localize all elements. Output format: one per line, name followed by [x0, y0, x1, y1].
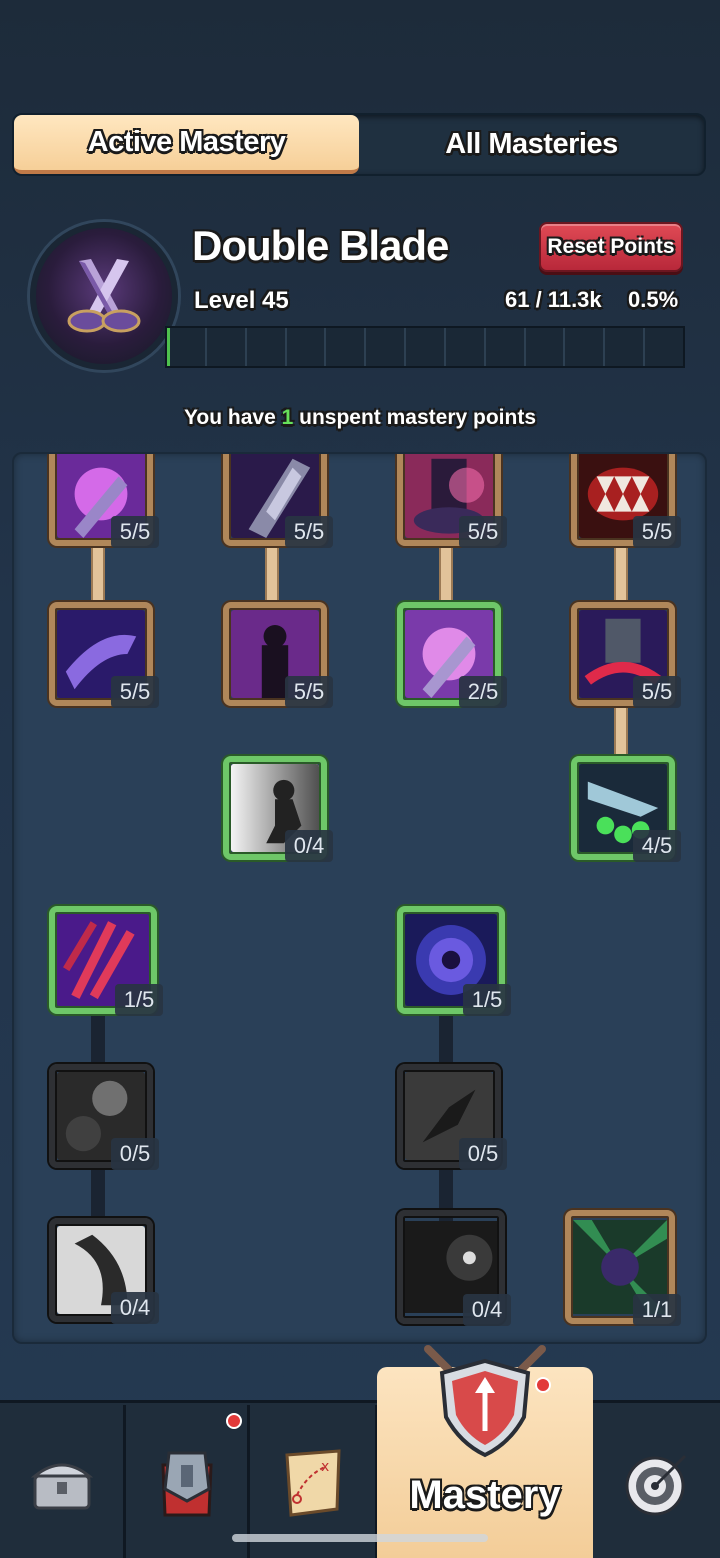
- xp-progress-bar: [165, 326, 685, 368]
- mastery-node[interactable]: 1/1: [565, 1210, 681, 1326]
- armor-icon: [160, 1451, 213, 1517]
- notification-dot: [535, 1377, 551, 1393]
- node-level: 0/5: [111, 1138, 159, 1170]
- unspent-points-text: You have 1 unspent mastery points: [0, 406, 720, 430]
- node-level: 5/5: [459, 516, 507, 548]
- unspent-count: 1: [281, 406, 294, 429]
- nav-target[interactable]: [596, 1405, 720, 1558]
- mastery-node[interactable]: 2/5: [397, 602, 507, 708]
- xp-text: 61 / 11.3k: [505, 287, 602, 312]
- mastery-node[interactable]: 1/5: [49, 906, 163, 1016]
- mastery-node[interactable]: 5/5: [49, 454, 159, 548]
- mastery-tabs: Active Mastery All Masteries: [12, 113, 706, 176]
- unspent-prefix: You have: [183, 406, 276, 429]
- mastery-node[interactable]: 4/5: [571, 756, 681, 862]
- nav-armor[interactable]: [126, 1405, 250, 1558]
- mastery-node[interactable]: 1/5: [397, 906, 511, 1016]
- tab-all-masteries[interactable]: All Masteries: [359, 115, 704, 174]
- mastery-tree: 5/5 5/5 5/5 5/5 5/5 5/5 2/5 5/5 0/4 4/5 …: [12, 452, 707, 1344]
- mastery-node[interactable]: 5/5: [49, 602, 159, 708]
- node-level: 1/5: [115, 984, 163, 1016]
- home-indicator: [232, 1534, 488, 1542]
- mastery-icon: [424, 1345, 546, 1458]
- notification-dot: [226, 1413, 242, 1429]
- node-level: 1/5: [463, 984, 511, 1016]
- double-blade-avatar-icon: [30, 222, 178, 370]
- node-level: 5/5: [111, 676, 159, 708]
- svg-text:x: x: [321, 1459, 329, 1475]
- node-level: 5/5: [111, 516, 159, 548]
- mastery-node[interactable]: 0/4: [49, 1218, 159, 1324]
- mastery-node[interactable]: 5/5: [397, 454, 507, 548]
- mastery-node[interactable]: 5/5: [223, 454, 333, 548]
- target-icon: [625, 1454, 687, 1516]
- nav-chest[interactable]: [0, 1405, 126, 1558]
- xp-progress-fill: [167, 328, 170, 366]
- mastery-title: Double Blade: [192, 222, 449, 269]
- mastery-node[interactable]: 0/5: [397, 1064, 507, 1170]
- unspent-suffix: unspent mastery points: [299, 406, 537, 429]
- mastery-node[interactable]: 5/5: [571, 454, 681, 548]
- nav-mastery[interactable]: Mastery: [377, 1345, 593, 1558]
- chest-icon: [30, 1463, 93, 1510]
- mastery-level: Level 45: [194, 287, 289, 314]
- node-level: 1/1: [633, 1294, 681, 1326]
- node-level: 5/5: [633, 676, 681, 708]
- mastery-node[interactable]: 5/5: [571, 602, 681, 708]
- mastery-node[interactable]: 0/4: [397, 1210, 511, 1326]
- map-icon: x: [284, 1449, 341, 1517]
- nav-mastery-label: Mastery: [409, 1473, 561, 1517]
- node-level: 5/5: [285, 676, 333, 708]
- node-level: 5/5: [285, 516, 333, 548]
- node-level: 2/5: [459, 676, 507, 708]
- node-level: 5/5: [633, 516, 681, 548]
- node-level: 0/4: [463, 1294, 511, 1326]
- xp-percent: 0.5%: [628, 287, 679, 312]
- node-level: 0/5: [459, 1138, 507, 1170]
- tab-active-mastery[interactable]: Active Mastery: [14, 115, 359, 174]
- mastery-node[interactable]: 0/5: [49, 1064, 159, 1170]
- node-level: 0/4: [111, 1292, 159, 1324]
- node-level: 0/4: [285, 830, 333, 862]
- mastery-node[interactable]: 0/4: [223, 756, 333, 862]
- node-level: 4/5: [633, 830, 681, 862]
- mastery-node[interactable]: 5/5: [223, 602, 333, 708]
- reset-points-button[interactable]: Reset Points: [539, 222, 683, 272]
